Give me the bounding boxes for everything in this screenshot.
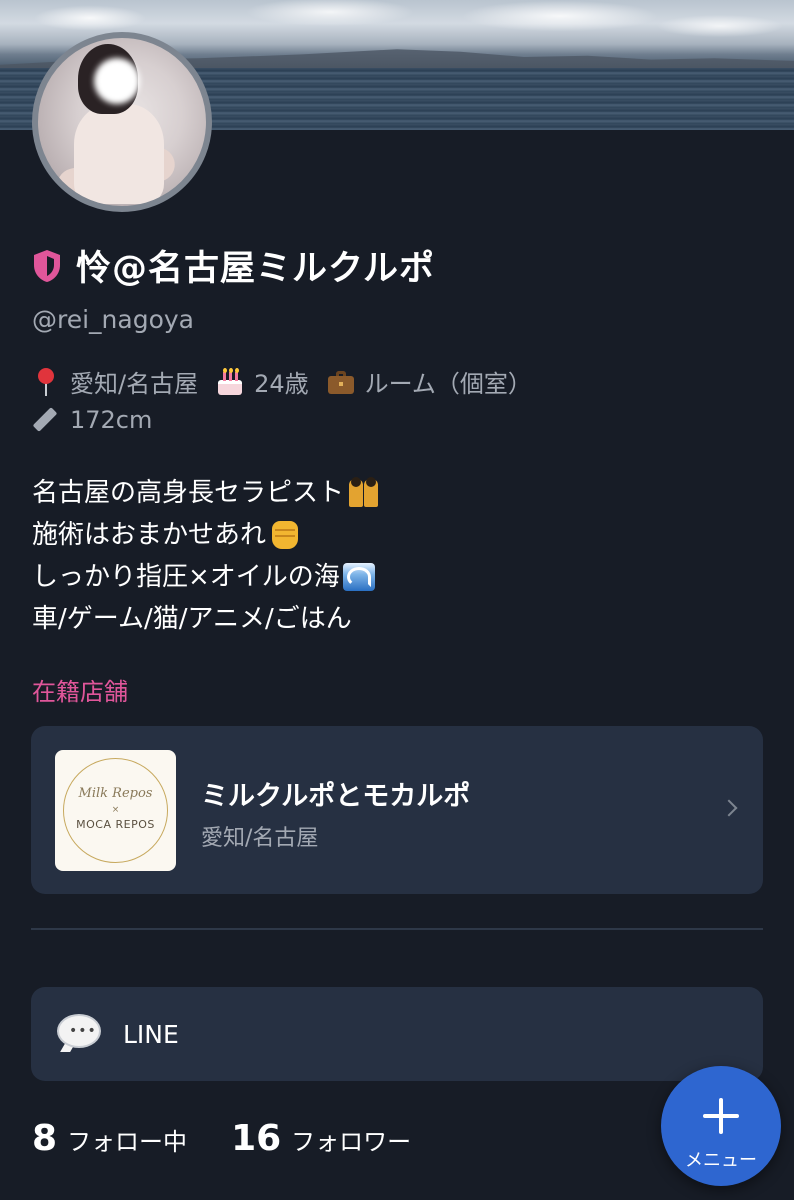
followers-count: 16 <box>231 1118 282 1159</box>
menu-fab-button[interactable]: メニュー <box>661 1066 781 1186</box>
store-name: ミルクルポとモカルポ <box>201 781 471 812</box>
room-text: ルーム（個室） <box>364 370 532 398</box>
bio-line: 施術はおまかせあれ <box>32 514 380 556</box>
meta-room: ルーム（個室） <box>327 364 532 399</box>
wave-emoji-icon <box>342 561 376 593</box>
location-text: 愛知/名古屋 <box>70 370 199 398</box>
bio-text-1: 名古屋の高身長セラピスト <box>32 478 345 508</box>
divider <box>31 928 763 930</box>
bio-text-4: 車/ゲーム/猫/アニメ/ごはん <box>32 604 352 634</box>
cake-icon <box>216 367 244 396</box>
line-contact-button[interactable]: ••• LINE <box>31 987 763 1081</box>
bio-line: しっかり指圧×オイルの海 <box>32 556 380 598</box>
store-logo-text-x: × <box>111 805 120 815</box>
following-label: フォロー中 <box>67 1128 188 1156</box>
avatar[interactable] <box>32 32 212 212</box>
affiliated-store-label: 在籍店舗 <box>32 678 128 706</box>
profile-page: 怜@名古屋ミルクルポ @rei_nagoya 愛知/名古屋 24歳 ルーム（個室… <box>0 0 794 1200</box>
profile-meta-row-2: 172cm <box>32 406 170 434</box>
bio: 名古屋の高身長セラピスト 施術はおまかせあれ しっかり指圧×オイルの海 車/ゲー… <box>32 472 380 640</box>
profile-meta-row: 愛知/名古屋 24歳 ルーム（個室） <box>32 364 550 399</box>
bio-text-3: しっかり指圧×オイルの海 <box>32 562 340 592</box>
display-name: 怜@名古屋ミルクルポ <box>76 249 435 289</box>
following-count: 8 <box>32 1118 58 1159</box>
pin-icon <box>32 367 60 396</box>
user-handle: @rei_nagoya <box>32 305 194 334</box>
briefcase-icon <box>327 368 355 396</box>
height-text: 172cm <box>70 406 153 434</box>
avatar-figure-body <box>74 104 164 204</box>
chevron-right-icon <box>720 799 738 817</box>
meta-height: 172cm <box>32 406 152 434</box>
followers-label: フォロワー <box>291 1128 412 1156</box>
followers-stat[interactable]: 16 フォロワー <box>231 1118 411 1159</box>
ruler-icon <box>32 406 60 434</box>
menu-label: メニュー <box>685 1150 757 1171</box>
raised-fist-emoji-icon <box>268 519 302 551</box>
plus-icon <box>703 1098 739 1134</box>
age-text: 24歳 <box>254 370 309 398</box>
dancers-emoji-icon <box>346 477 380 509</box>
bio-line: 名古屋の高身長セラピスト <box>32 472 380 514</box>
following-stat[interactable]: 8 フォロー中 <box>32 1118 187 1159</box>
speech-bubble-icon: ••• <box>57 1014 101 1054</box>
avatar-blurred-face <box>94 58 140 104</box>
name-row: 怜@名古屋ミルクルポ <box>32 240 435 291</box>
follow-stats: 8 フォロー中 16 フォロワー <box>32 1118 455 1159</box>
store-logo-text-top: Milk Repos <box>78 786 153 801</box>
bio-line: 車/ゲーム/猫/アニメ/ごはん <box>32 598 380 640</box>
bio-text-2: 施術はおまかせあれ <box>32 520 267 550</box>
shield-icon <box>34 249 60 282</box>
meta-location: 愛知/名古屋 <box>32 364 198 399</box>
store-logo: Milk Repos × MOCA REPOS <box>55 750 176 871</box>
store-card[interactable]: Milk Repos × MOCA REPOS ミルクルポとモカルポ 愛知/名古… <box>31 726 763 894</box>
store-location: 愛知/名古屋 <box>201 826 319 851</box>
meta-age: 24歳 <box>216 364 309 399</box>
line-label: LINE <box>123 1019 179 1049</box>
store-logo-text-bottom: MOCA REPOS <box>76 818 155 831</box>
